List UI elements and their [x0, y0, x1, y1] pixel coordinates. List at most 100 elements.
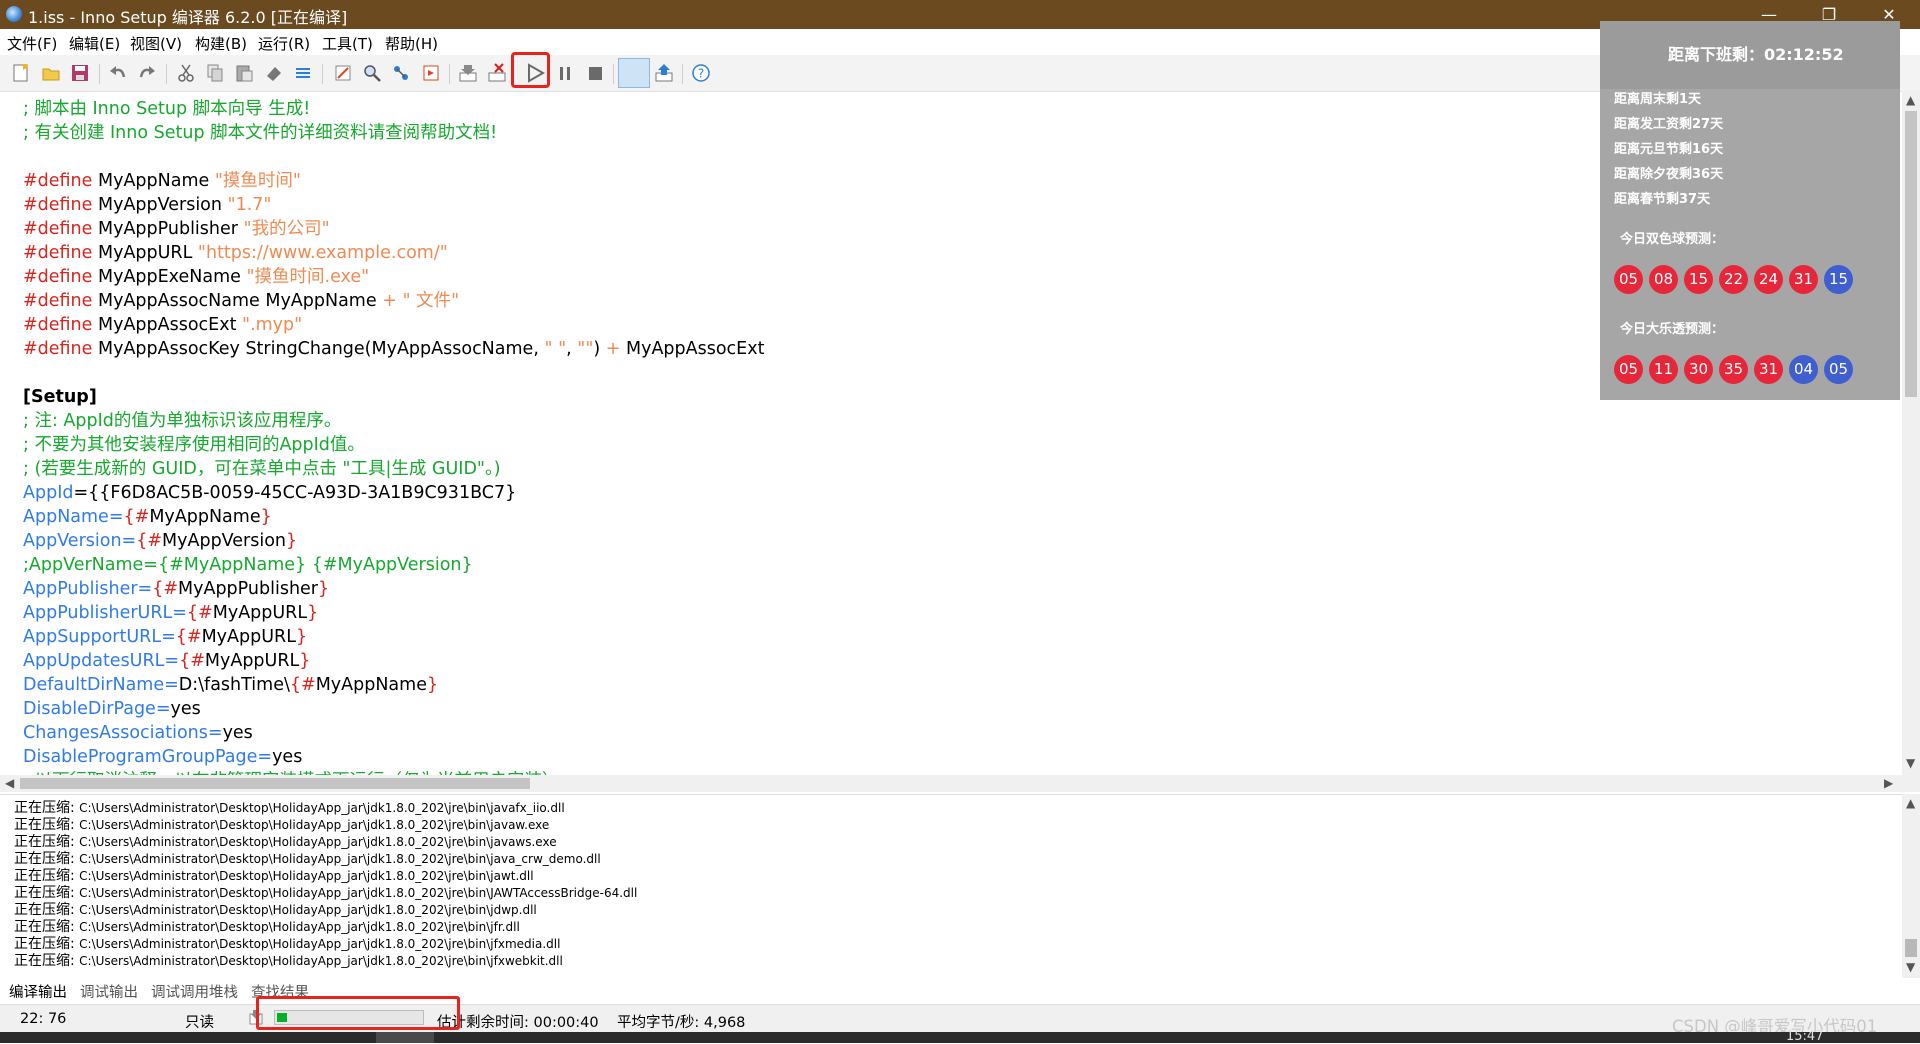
code-line[interactable]: ChangesAssociations=yes [23, 721, 253, 745]
lottery-ball-red: 30 [1684, 355, 1713, 384]
copy-icon[interactable] [204, 62, 226, 84]
output-vertical-scrollbar[interactable]: ▲ ▼ [1902, 794, 1920, 978]
debug-toggle-pressed [618, 58, 650, 88]
code-line[interactable]: #define MyAppAssocKey StringChange(MyApp… [23, 337, 764, 361]
code-line[interactable]: ;AppVerName={#MyAppName} {#MyAppVersion} [23, 553, 473, 577]
code-line[interactable]: ; 脚本由 Inno Setup 脚本向导 生成! [23, 97, 310, 121]
run-button-highlight [511, 52, 550, 88]
wizard-icon[interactable] [332, 62, 354, 84]
output-scroll-down-icon[interactable]: ▼ [1906, 960, 1915, 974]
code-token: MyAppName [92, 171, 215, 191]
menu-edit[interactable]: 编辑(E) [69, 33, 120, 54]
stop-compile-icon[interactable] [486, 62, 508, 84]
output-line: 正在压缩: C:\Users\Administrator\Desktop\Hol… [14, 953, 563, 970]
widget-header: 距离下班剩：02:12:52 [1600, 21, 1900, 89]
code-line[interactable]: AppVersion={#MyAppVersion} [23, 529, 297, 553]
help-icon[interactable]: ? [690, 62, 712, 84]
menu-view[interactable]: 视图(V) [130, 33, 182, 54]
code-token: = [164, 651, 180, 671]
tab-debug-output[interactable]: 调试输出 [80, 981, 138, 1002]
stop-icon[interactable] [584, 62, 606, 84]
cursor-position: 22: 76 [20, 1011, 67, 1027]
ssq-label: 今日双色球预测： [1620, 232, 1725, 247]
countdown-new-year: 距离元旦节剩16天 [1614, 142, 1724, 157]
goto-icon[interactable] [420, 62, 442, 84]
code-token: AppPublisherURL [23, 603, 173, 623]
menu-tools[interactable]: 工具(T) [322, 33, 373, 54]
editor-hscroll-thumb[interactable] [20, 778, 530, 789]
code-line[interactable]: #define MyAppVersion "1.7" [23, 193, 271, 217]
code-line[interactable]: AppUpdatesURL={#MyAppURL} [23, 649, 310, 673]
output-scroll-thumb[interactable] [1905, 939, 1917, 957]
code-line[interactable]: DisableDirPage=yes [23, 697, 201, 721]
code-token: MyAppAssocExt [92, 315, 243, 335]
code-line[interactable]: #define MyAppAssocExt ".myp" [23, 313, 302, 337]
code-line[interactable]: #define MyAppExeName "摸鱼时间.exe" [23, 265, 369, 289]
undo-icon[interactable] [107, 62, 129, 84]
code-line[interactable]: AppSupportURL={#MyAppURL} [23, 625, 307, 649]
editor-horizontal-scrollbar[interactable]: ◀ ▶ [0, 775, 1920, 792]
output-prefix: 正在压缩: [14, 834, 80, 850]
code-line[interactable]: AppPublisher={#MyAppPublisher} [23, 577, 329, 601]
code-token: #define [23, 219, 93, 239]
output-line: 正在压缩: C:\Users\Administrator\Desktop\Hol… [14, 902, 537, 919]
menu-run[interactable]: 运行(R) [258, 33, 310, 54]
output-line: 正在压缩: C:\Users\Administrator\Desktop\Hol… [14, 834, 557, 851]
code-line[interactable]: DefaultDirName=D:\fashTime\{#MyAppName} [23, 673, 438, 697]
redo-icon[interactable] [136, 62, 158, 84]
compiler-output[interactable]: 正在压缩: C:\Users\Administrator\Desktop\Hol… [0, 794, 1902, 979]
code-line[interactable]: #define MyAppAssocName MyAppName + " 文件" [23, 289, 459, 313]
code-token: DisableDirPage [23, 699, 156, 719]
svg-text:?: ? [698, 67, 704, 81]
menu-file[interactable]: 文件(F) [7, 33, 57, 54]
open-folder-icon[interactable] [40, 62, 62, 84]
output-path: C:\Users\Administrator\Desktop\HolidayAp… [79, 903, 537, 917]
code-token: MyAppURL [201, 627, 296, 647]
menu-build[interactable]: 构建(B) [195, 33, 247, 54]
code-line[interactable]: DisableProgramGroupPage=yes [23, 745, 302, 769]
cut-icon[interactable] [175, 62, 197, 84]
code-line[interactable]: AppId={{F6D8AC5B-0059-45CC-A93D-3A1B9C93… [23, 481, 516, 505]
new-file-icon[interactable] [10, 62, 32, 84]
tab-debug-call-stack[interactable]: 调试调用堆栈 [151, 981, 238, 1002]
paste-icon[interactable] [233, 62, 255, 84]
align-icon[interactable] [292, 62, 314, 84]
find-icon[interactable] [361, 62, 383, 84]
scroll-right-icon[interactable]: ▶ [1884, 776, 1893, 790]
output-path: C:\Users\Administrator\Desktop\HolidayAp… [79, 886, 638, 900]
compile-icon[interactable] [457, 62, 479, 84]
output-prefix: 正在压缩: [14, 919, 80, 935]
taskbar-active-app[interactable] [376, 1032, 434, 1043]
code-line[interactable]: ; 有关创建 Inno Setup 脚本文件的详细资料请查阅帮助文档! [23, 121, 497, 145]
debug-uninstall-icon[interactable] [653, 62, 675, 84]
code-line[interactable]: [Setup] [23, 385, 97, 409]
lottery-ball-red: 22 [1719, 265, 1748, 294]
code-token: } [426, 675, 439, 695]
code-token: "我的公司" [243, 219, 330, 239]
code-token: {# [289, 675, 316, 695]
tab-compiler-output[interactable]: 编译输出 [9, 981, 67, 1002]
editor-scroll-thumb[interactable] [1905, 111, 1917, 397]
code-token: = [164, 675, 179, 695]
scroll-down-icon[interactable]: ▼ [1906, 756, 1915, 770]
countdown-widget[interactable]: 距离下班剩：02:12:52 距离周末剩1天 距离发工资剩27天 距离元旦节剩1… [1600, 21, 1900, 400]
editor-vertical-scrollbar[interactable]: ▲ ▼ [1902, 91, 1920, 775]
code-line[interactable]: AppName={#MyAppName} [23, 505, 272, 529]
scroll-up-icon[interactable]: ▲ [1906, 93, 1915, 107]
output-line: 正在压缩: C:\Users\Administrator\Desktop\Hol… [14, 868, 534, 885]
code-line[interactable]: #define MyAppName "摸鱼时间" [23, 169, 301, 193]
pause-icon[interactable] [554, 62, 576, 84]
code-line[interactable]: #define MyAppPublisher "我的公司" [23, 217, 330, 241]
code-line[interactable]: #define MyAppURL "https://www.example.co… [23, 241, 448, 265]
countdown-new-years-eve: 距离除夕夜剩36天 [1614, 167, 1724, 182]
code-line[interactable]: AppPublisherURL={#MyAppURL} [23, 601, 318, 625]
replace-icon[interactable] [390, 62, 412, 84]
output-scroll-up-icon[interactable]: ▲ [1906, 796, 1915, 810]
code-line[interactable]: ; 不要为其他安装程序使用相同的AppId值。 [23, 433, 365, 457]
code-line[interactable]: ; (若要生成新的 GUID，可在菜单中点击 "工具|生成 GUID"。) [23, 457, 501, 481]
menu-help[interactable]: 帮助(H) [385, 33, 438, 54]
code-line[interactable]: ; 注: AppId的值为单独标识该应用程序。 [23, 409, 341, 433]
scroll-left-icon[interactable]: ◀ [5, 776, 14, 790]
erase-icon[interactable] [263, 62, 285, 84]
save-icon[interactable] [69, 62, 91, 84]
